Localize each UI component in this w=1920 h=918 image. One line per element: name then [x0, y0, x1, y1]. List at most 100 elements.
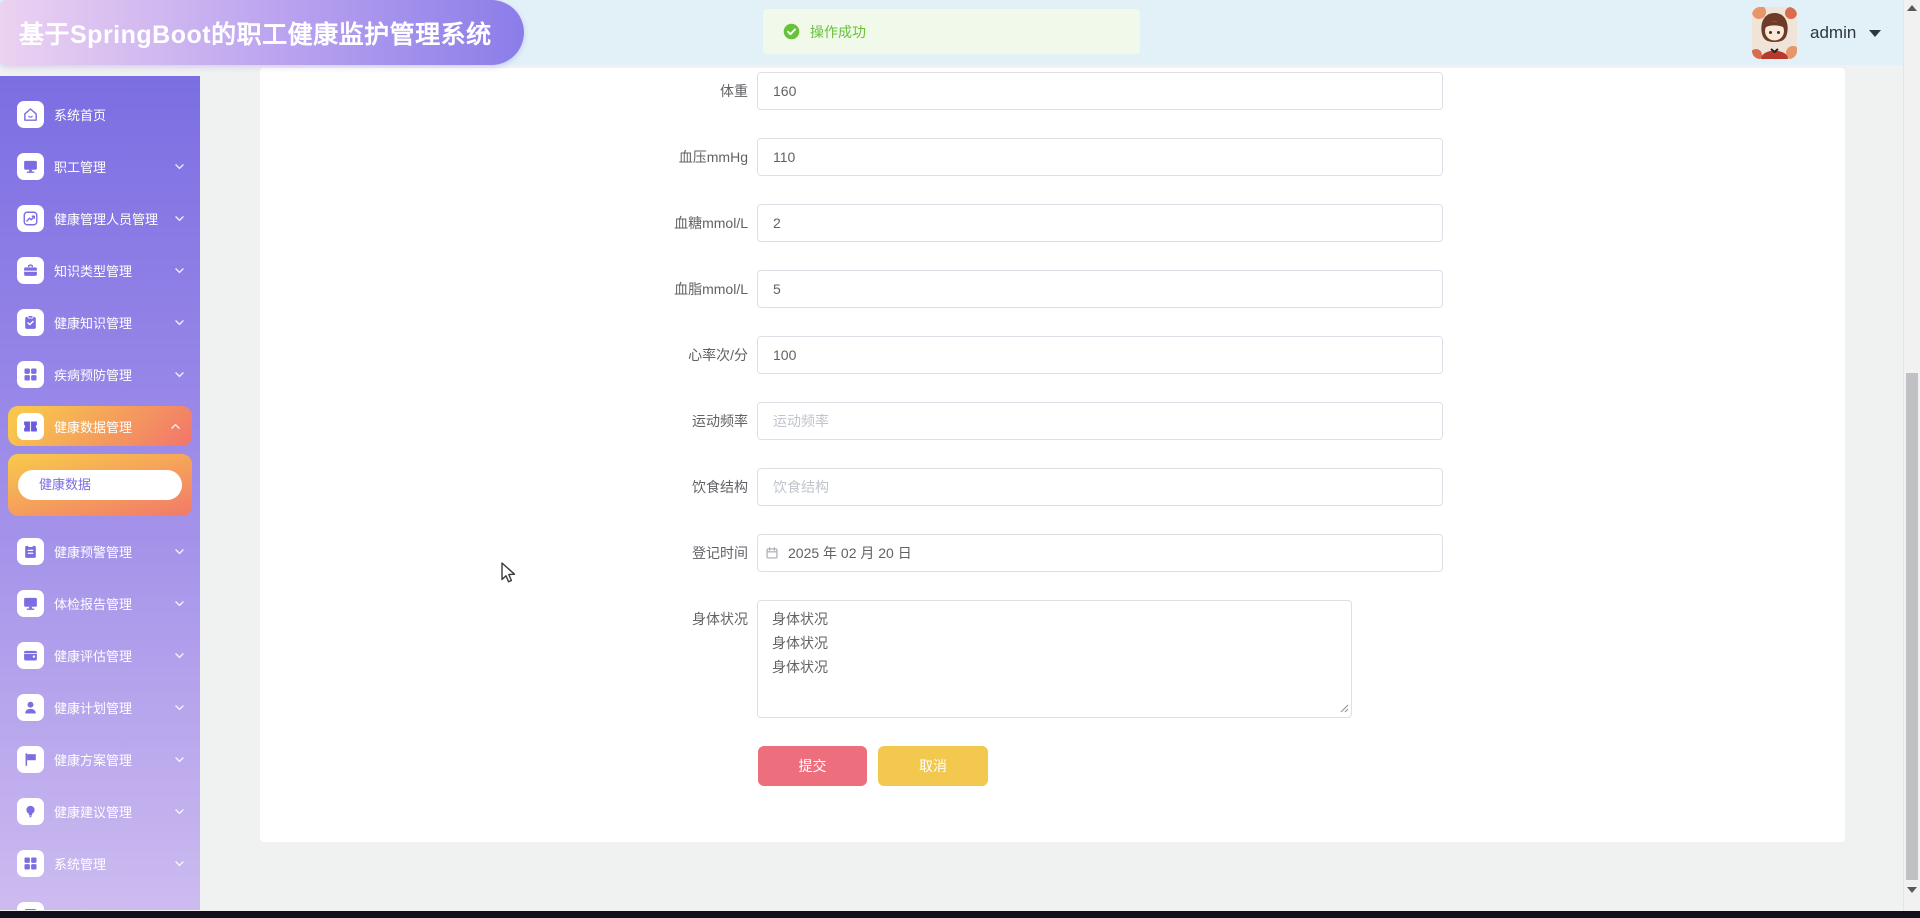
vertical-scrollbar[interactable] — [1903, 0, 1920, 918]
user-avatar[interactable] — [1752, 7, 1797, 59]
form-card: 体重血压mmHg 血糖mmol/L 血脂mmol/L 心率次/分运动频率饮食结构登记时… — [260, 68, 1845, 842]
field-label-blood-pressure: 血压mmHg — [678, 149, 748, 165]
date-input-register-time[interactable] — [757, 534, 1443, 572]
sidebar-item-label: 健康数据管理 — [54, 419, 133, 435]
sidebar-item-label: 个人中心 — [54, 906, 106, 910]
sidebar-item-label: 健康知识管理 — [54, 316, 133, 331]
input-blood-fat[interactable] — [757, 270, 1443, 308]
field-label-exercise-frequency: 运动频率 — [692, 413, 748, 429]
app-title-pill: 基于SpringBoot的职工健康监护管理系统 — [0, 0, 524, 65]
sidebar-item-health-data-mgmt[interactable]: 健康数据管理 — [8, 406, 192, 446]
sidebar-item-label: 职工管理 — [54, 160, 107, 175]
app-root: { "app": { "title": "基于SpringBoot的职工健康监护… — [0, 0, 1920, 918]
scrollbar-thumb[interactable] — [1906, 373, 1918, 880]
sidebar-item-staff-mgmt[interactable]: 职工管理 — [0, 141, 200, 192]
field-label-blood-fat: 血脂mmol/L — [674, 281, 748, 297]
input-diet-structure[interactable] — [757, 468, 1443, 506]
success-toast: 操作成功 — [763, 9, 1140, 54]
field-control-blood-pressure — [757, 138, 1443, 176]
chevron-down-icon — [173, 264, 186, 277]
sidebar-subitem-health-data[interactable]: 健康数据 — [18, 470, 182, 500]
sidebar-item-label: 健康计划管理 — [54, 701, 133, 716]
top-header: 基于SpringBoot的职工健康监护管理系统 操作成功 admin — [0, 0, 1920, 65]
sidebar-item-health-assessment-mgmt[interactable]: 健康评估管理 — [0, 630, 200, 681]
sidebar-item-label: 系统管理 — [54, 857, 107, 872]
chevron-down-icon — [173, 160, 186, 173]
sidebar-item-disease-prevention-mgmt[interactable]: 疾病预防管理 — [0, 349, 200, 400]
sidebar-item-label: 知识类型管理 — [54, 264, 133, 279]
wallet-icon — [17, 642, 44, 669]
home-icon — [17, 101, 44, 128]
field-label-diet-structure: 饮食结构 — [692, 479, 748, 495]
sidebar-item-health-manager-mgmt[interactable]: 健康管理人员管理 — [0, 193, 200, 244]
form-row-body-condition: 身体状况 — [260, 600, 1845, 718]
field-control-blood-fat — [757, 270, 1443, 308]
input-blood-sugar[interactable] — [757, 204, 1443, 242]
form-row-blood-sugar: 血糖mmol/L — [260, 204, 1845, 242]
user-menu[interactable]: admin — [1752, 6, 1882, 60]
sidebar-item-home[interactable]: 系统首页 — [0, 89, 200, 140]
sidebar-item-label: 健康建议管理 — [54, 805, 133, 820]
sidebar-item-health-plan-mgmt[interactable]: 健康计划管理 — [0, 682, 200, 733]
bulb-icon — [17, 798, 44, 825]
input-blood-pressure[interactable] — [757, 138, 1443, 176]
sidebar-item-label: 系统首页 — [54, 108, 107, 123]
sidebar-item-health-advice-mgmt[interactable]: 健康建议管理 — [0, 786, 200, 837]
form-row-heart-rate: 心率次/分 — [260, 336, 1845, 374]
chevron-down-icon — [173, 909, 186, 910]
chevron-down-icon — [173, 649, 186, 662]
person-icon — [17, 694, 44, 721]
input-weight[interactable] — [757, 72, 1443, 110]
field-control-diet-structure — [757, 468, 1443, 506]
form-row-weight: 体重 — [260, 72, 1845, 110]
input-exercise-frequency[interactable] — [757, 402, 1443, 440]
sidebar-item-label: 健康预警管理 — [54, 545, 133, 560]
scrollbar-down-arrow-icon[interactable] — [1907, 887, 1917, 893]
sidebar-item-health-knowledge-mgmt[interactable]: 健康知识管理 — [0, 297, 200, 348]
ticket-icon — [17, 412, 44, 440]
sidebar-item-health-warning-mgmt[interactable]: 健康预警管理 — [0, 526, 200, 577]
field-control-exercise-frequency — [757, 402, 1443, 440]
submit-button[interactable]: 提交 — [758, 746, 867, 786]
chevron-down-icon — [173, 212, 186, 225]
form-row-blood-pressure: 血压mmHg — [260, 138, 1845, 176]
grid-icon — [17, 850, 44, 877]
chevron-down-icon — [173, 857, 186, 870]
scrollbar-up-arrow-icon[interactable] — [1907, 5, 1917, 11]
textarea-body-condition[interactable] — [757, 600, 1352, 718]
field-label-heart-rate: 心率次/分 — [688, 347, 748, 363]
monitor-icon — [17, 590, 44, 617]
archive-icon — [17, 902, 44, 910]
app-title: 基于SpringBoot的职工健康监护管理系统 — [19, 20, 492, 49]
sidebar-item-knowledge-type-mgmt[interactable]: 知识类型管理 — [0, 245, 200, 296]
success-check-icon — [783, 23, 800, 40]
sidebar-item-checkup-report-mgmt[interactable]: 体检报告管理 — [0, 578, 200, 629]
field-control-weight — [757, 72, 1443, 110]
username-label[interactable]: admin — [1810, 23, 1856, 43]
sidebar-item-health-scheme-mgmt[interactable]: 健康方案管理 — [0, 734, 200, 785]
flag-icon — [17, 746, 44, 773]
briefcase-icon — [17, 257, 44, 284]
chevron-down-icon — [173, 753, 186, 766]
form-row-diet-structure: 饮食结构 — [260, 468, 1845, 506]
chevron-down-icon — [173, 597, 186, 610]
sidebar-item-personal-center[interactable]: 个人中心 — [0, 890, 200, 910]
user-dropdown-caret-icon[interactable] — [1869, 29, 1882, 37]
field-control-heart-rate — [757, 336, 1443, 374]
sidebar-item-label: 体检报告管理 — [54, 597, 133, 612]
sidebar-item-label: 健康方案管理 — [54, 753, 133, 768]
grid-icon — [17, 361, 44, 388]
chevron-down-icon — [173, 368, 186, 381]
sidebar-item-label: 疾病预防管理 — [54, 368, 133, 383]
field-control-body-condition — [757, 600, 1352, 718]
sidebar-item-system-mgmt[interactable]: 系统管理 — [0, 838, 200, 889]
input-heart-rate[interactable] — [757, 336, 1443, 374]
field-control-register-time — [757, 534, 1443, 572]
form-row-register-time: 登记时间 — [260, 534, 1845, 572]
cancel-button[interactable]: 取消 — [878, 746, 988, 786]
field-control-blood-sugar — [757, 204, 1443, 242]
trend-chart-icon — [17, 205, 44, 232]
toast-message: 操作成功 — [810, 23, 866, 40]
health-data-form: 体重血压mmHg 血糖mmol/L 血脂mmol/L 心率次/分运动频率饮食结构登记时… — [260, 72, 1845, 786]
chevron-up-icon — [169, 420, 182, 433]
